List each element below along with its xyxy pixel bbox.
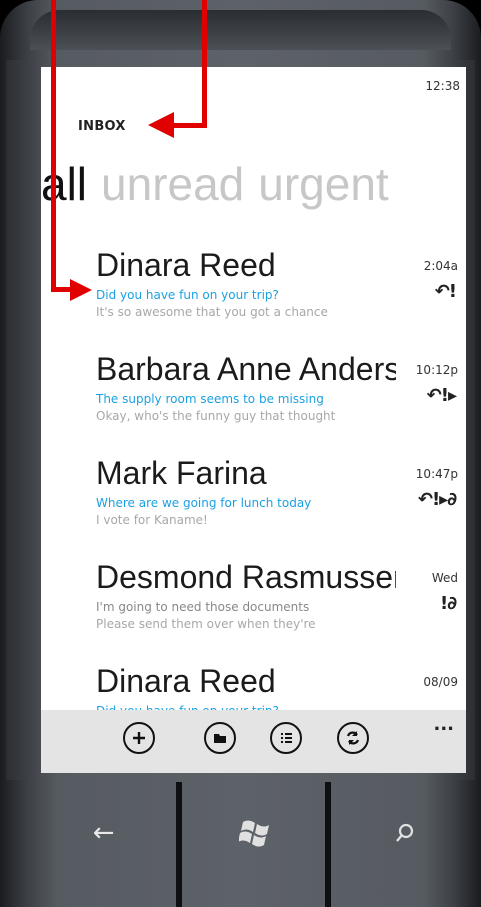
- pivot-header: all unread urgent: [41, 157, 403, 211]
- search-button[interactable]: [331, 788, 478, 878]
- message-preview: It's so awesome that you got a chance: [96, 305, 328, 319]
- sync-icon: [346, 731, 360, 745]
- message-subject: I'm going to need those documents: [96, 600, 310, 614]
- message-subject: The supply room seems to be missing: [96, 392, 324, 406]
- message-time: 08/09: [423, 675, 458, 689]
- message-sender: Mark Farina: [96, 455, 267, 491]
- phone-left-bezel: [6, 60, 40, 780]
- search-icon: [395, 823, 413, 842]
- message-subject: Where are we going for lunch today: [96, 496, 312, 510]
- message-time: 10:12p: [415, 363, 458, 377]
- message-sender: Dinara Reed: [96, 247, 276, 283]
- phone-top-bezel: [30, 10, 451, 50]
- more-button[interactable]: ...: [433, 714, 454, 735]
- pivot-urgent[interactable]: urgent: [258, 158, 388, 210]
- message-sender: Barbara Anne Anderson: [96, 351, 396, 387]
- message-preview: Please send them over when they're: [96, 617, 316, 631]
- page-title: INBOX: [78, 119, 126, 134]
- message-flags-icon: ↶!▸∂: [417, 489, 457, 510]
- select-messages-button[interactable]: [270, 722, 302, 754]
- list-icon: [281, 733, 292, 743]
- message-flags-icon: !∂: [440, 593, 457, 614]
- new-message-button[interactable]: [123, 722, 155, 754]
- message-item[interactable]: Dinara Reed Did you have fun on your tri…: [41, 243, 466, 347]
- folder-icon: [214, 734, 226, 743]
- message-preview: Okay, who's the funny guy that thought: [96, 409, 336, 423]
- back-arrow-icon: ←: [92, 818, 115, 848]
- message-flags-icon: ↶!: [434, 281, 457, 302]
- pivot-unread[interactable]: unread: [101, 158, 244, 210]
- message-item[interactable]: Desmond Rasmussen I'm going to need thos…: [41, 555, 466, 659]
- sync-button[interactable]: [337, 722, 369, 754]
- start-button[interactable]: [182, 788, 329, 878]
- message-item[interactable]: Barbara Anne Anderson The supply room se…: [41, 347, 466, 451]
- windows-logo-icon: [238, 820, 269, 847]
- message-subject: Did you have fun on your trip?: [96, 288, 279, 302]
- plus-icon: [133, 732, 145, 744]
- application-bar: ...: [41, 710, 466, 773]
- message-preview: I vote for Kaname!: [96, 513, 208, 527]
- message-list: Dinara Reed Did you have fun on your tri…: [41, 243, 466, 763]
- status-clock: 12:38: [425, 79, 460, 93]
- message-flags-icon: ↶!▸: [426, 385, 457, 406]
- back-button[interactable]: ←: [30, 788, 177, 878]
- message-sender: Dinara Reed: [96, 663, 276, 699]
- message-sender: Desmond Rasmussen: [96, 559, 396, 595]
- select-folder-button[interactable]: [204, 722, 236, 754]
- message-time: 10:47p: [415, 467, 458, 481]
- message-time: 2:04a: [423, 259, 458, 273]
- pivot-all[interactable]: all: [41, 158, 87, 210]
- phone-screen: 12:38 INBOX all unread urgent Dinara Reed …: [41, 67, 466, 773]
- message-item[interactable]: Mark Farina Where are we going for lunch…: [41, 451, 466, 555]
- message-time: Wed: [431, 571, 458, 585]
